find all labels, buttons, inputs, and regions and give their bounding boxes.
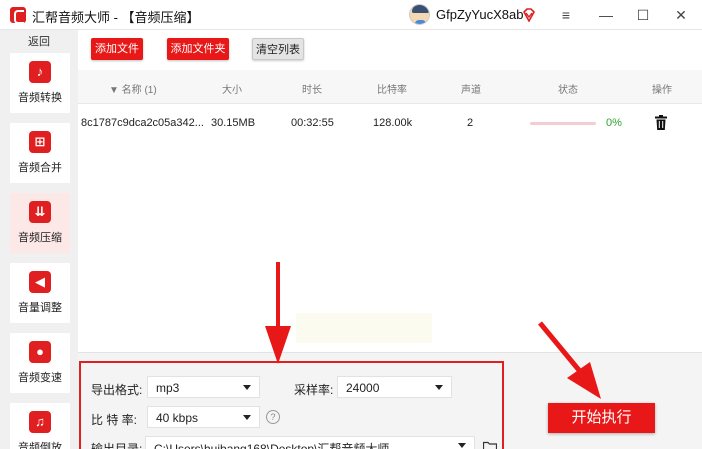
file-name: 8c1787c9dca2c05a342...: [81, 117, 204, 129]
progress-bar: [530, 122, 596, 125]
title-bar: 汇帮音频大师 - 【音频压缩】 GfpZyYucX8ab ≡ — ☐ ✕: [0, 0, 702, 30]
sidebar-item-audio-compress[interactable]: ⇊ 音频压缩: [10, 193, 70, 253]
output-dir-select[interactable]: C:\Users\huibang168\Desktop\汇帮音频大师: [145, 436, 475, 449]
bitrate-label: 比 特 率:: [91, 413, 138, 427]
menu-icon[interactable]: ≡: [557, 6, 575, 24]
sidebar-item-label: 音频变速: [18, 372, 62, 384]
sidebar-item-label: 音频压缩: [18, 232, 62, 244]
bitrate-value: 40 kbps: [156, 411, 199, 425]
format-label: 导出格式:: [91, 383, 143, 397]
column-duration: 时长: [302, 85, 322, 96]
compress-icon: ⇊: [29, 201, 51, 223]
sidebar-item-audio-convert[interactable]: ♪ 音频转换: [10, 53, 70, 113]
music-note-icon: ♫: [29, 411, 51, 433]
sidebar-item-audio-merge[interactable]: ⊞ 音频合并: [10, 123, 70, 183]
table-row[interactable]: 8c1787c9dca2c05a342... 30.15MB 00:32:55 …: [78, 105, 702, 141]
user-avatar[interactable]: [409, 4, 430, 25]
close-button[interactable]: ✕: [672, 6, 690, 24]
trash-icon[interactable]: [655, 115, 667, 130]
add-folder-button[interactable]: 添加文件夹: [167, 38, 229, 60]
watermark: [296, 313, 432, 343]
help-icon[interactable]: ?: [266, 410, 280, 424]
output-dir-value: C:\Users\huibang168\Desktop\汇帮音频大师: [154, 442, 390, 449]
output-dir-label: 输出目录:: [91, 442, 143, 449]
arrow-down-to-settings: [265, 262, 291, 364]
maximize-button[interactable]: ☐: [634, 6, 652, 24]
sidebar-item-label: 音频转换: [18, 92, 62, 104]
chevron-down-icon: [243, 415, 251, 420]
microphone-icon: ●: [29, 341, 51, 363]
app-logo-icon: [10, 7, 26, 24]
column-action: 操作: [652, 85, 672, 96]
column-bitrate: 比特率: [377, 85, 407, 96]
start-button[interactable]: 开始执行: [548, 403, 655, 433]
back-button[interactable]: 返回: [0, 33, 78, 49]
username[interactable]: GfpZyYucX8ab: [436, 7, 523, 22]
column-name[interactable]: ▼ 名称 (1): [109, 81, 157, 96]
merge-icon: ⊞: [29, 131, 51, 153]
sample-rate-select[interactable]: 24000: [337, 376, 452, 398]
folder-icon[interactable]: [483, 441, 497, 449]
vip-diamond-icon[interactable]: [522, 8, 536, 22]
minimize-button[interactable]: —: [597, 6, 615, 24]
file-size: 30.15MB: [211, 117, 256, 129]
sidebar-item-audio-reverse[interactable]: ♫ 音频倒放: [10, 403, 70, 449]
file-duration: 00:32:55: [291, 117, 334, 129]
sidebar: 返回 ♪ 音频转换 ⊞ 音频合并 ⇊ 音频压缩 ◀ 音量调整 ● 音频变速 ♫ …: [0, 30, 78, 449]
format-select[interactable]: mp3: [147, 376, 260, 398]
file-channels: 2: [467, 117, 474, 129]
sidebar-item-label: 音频合并: [18, 162, 62, 174]
sidebar-item-volume-adjust[interactable]: ◀ 音量调整: [10, 263, 70, 323]
bitrate-select[interactable]: 40 kbps: [147, 406, 260, 428]
sidebar-item-label: 音频倒放: [18, 442, 62, 449]
volume-icon: ◀: [29, 271, 51, 293]
sidebar-item-label: 音量调整: [18, 302, 62, 314]
clear-list-button[interactable]: 清空列表: [252, 38, 304, 60]
window-title: 汇帮音频大师 - 【音频压缩】: [32, 10, 200, 25]
chevron-down-icon: [435, 385, 443, 390]
progress-percent: 0%: [606, 117, 622, 129]
sample-rate-value: 24000: [346, 381, 380, 395]
format-value: mp3: [156, 381, 180, 395]
chevron-down-icon: [458, 443, 466, 448]
column-size: 大小: [222, 85, 242, 96]
sample-rate-label: 采样率:: [294, 383, 334, 397]
file-bitrate: 128.00k: [373, 117, 413, 129]
column-status: 状态: [558, 85, 578, 96]
chevron-down-icon: [243, 385, 251, 390]
add-file-button[interactable]: 添加文件: [91, 38, 143, 60]
file-table-header: ▼ 名称 (1) 大小 时长 比特率 声道 状态 操作: [78, 70, 702, 104]
column-channels: 声道: [461, 85, 481, 96]
sidebar-item-audio-speed[interactable]: ● 音频变速: [10, 333, 70, 393]
convert-icon: ♪: [29, 61, 51, 83]
